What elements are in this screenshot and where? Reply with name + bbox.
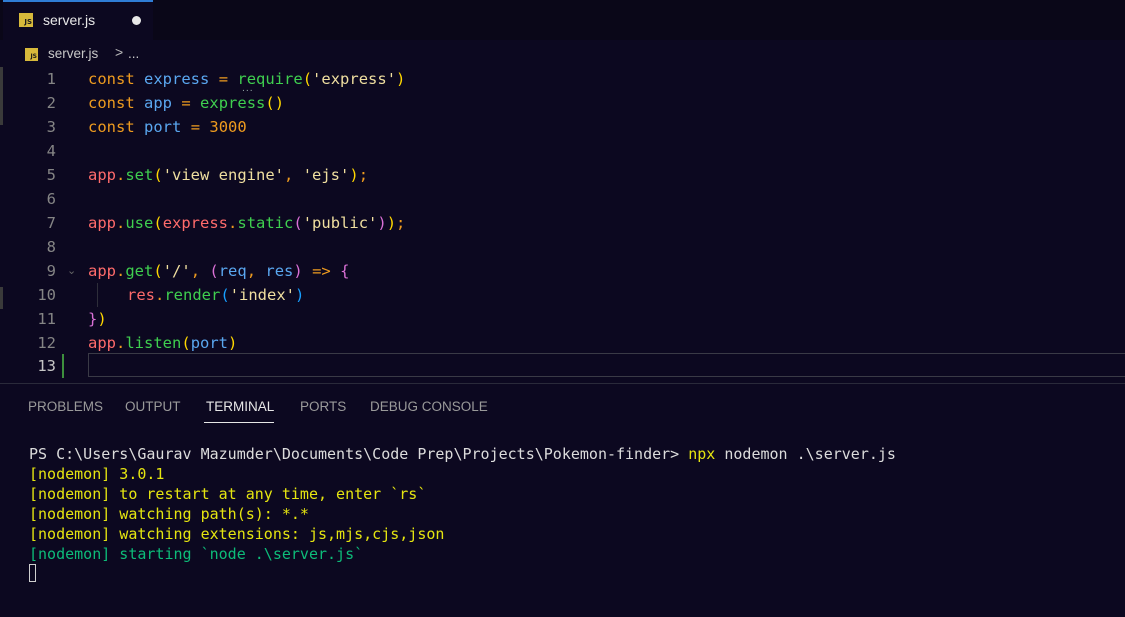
tab-bar: JS server.js	[0, 0, 1125, 40]
bottom-panel: PROBLEMS OUTPUT TERMINAL PORTS DEBUG CON…	[0, 383, 1125, 617]
current-line-highlight	[88, 353, 1125, 377]
terminal-output-line: [nodemon] watching extensions: js,mjs,cj…	[29, 525, 445, 543]
line-number: 1	[46, 70, 56, 88]
breadcrumb-separator-icon: >	[115, 44, 124, 60]
indent-guide	[97, 283, 98, 307]
active-tab-indicator	[204, 422, 274, 423]
code-line-1: 1 const express = require('express') ...	[0, 67, 1125, 94]
tab-ports[interactable]: PORTS	[300, 399, 346, 414]
code-editor[interactable]: 1 const express = require('express') ...…	[0, 67, 1125, 383]
unsaved-dot-icon[interactable]	[132, 16, 141, 25]
chevron-down-icon[interactable]: ⌄	[67, 259, 76, 283]
tab-label: server.js	[43, 12, 96, 28]
terminal-output-line: [nodemon] to restart at any time, enter …	[29, 485, 427, 503]
tab-terminal[interactable]: TERMINAL	[206, 399, 274, 414]
breadcrumb-symbols[interactable]: ...	[128, 46, 139, 61]
breadcrumb: JS server.js > ...	[0, 43, 1125, 67]
line-number: 3	[46, 118, 56, 136]
code-line-5: 5 app.set('view engine', 'ejs');	[0, 163, 1125, 187]
line-number: 4	[46, 142, 56, 160]
git-added-indicator	[62, 354, 64, 378]
terminal-output-line: [nodemon] watching path(s): *.*	[29, 505, 309, 523]
code-line-2: 2 const app = express()	[0, 91, 1125, 115]
tab-server-js[interactable]: JS server.js	[3, 0, 153, 40]
code-line-12: 12 app.listen(port)	[0, 331, 1125, 355]
code-line-10: 10 res.render('index')	[0, 283, 1125, 307]
js-file-icon: JS	[25, 48, 38, 61]
code-line-4: 4	[0, 139, 1125, 163]
line-number: 11	[37, 310, 56, 328]
line-number: 9	[46, 262, 56, 280]
code-line-7: 7 app.use(express.static('public'));	[0, 211, 1125, 235]
breadcrumb-file[interactable]: server.js	[48, 46, 98, 61]
tab-output[interactable]: OUTPUT	[125, 399, 181, 414]
code-line-8: 8	[0, 235, 1125, 259]
code-line-3: 3 const port = 3000	[0, 115, 1125, 139]
line-number: 7	[46, 214, 56, 232]
code-line-13[interactable]: 13	[0, 353, 1125, 378]
line-number: 5	[46, 166, 56, 184]
terminal-cursor	[29, 564, 36, 582]
line-number: 10	[37, 286, 56, 304]
code-line-6: 6	[0, 187, 1125, 211]
terminal-output-line: [nodemon] 3.0.1	[29, 465, 165, 483]
line-number: 12	[37, 334, 56, 352]
line-number: 8	[46, 238, 56, 256]
line-number: 2	[46, 94, 56, 112]
terminal-output-line: [nodemon] starting `node .\server.js`	[29, 545, 364, 563]
terminal-command-line: PS C:\Users\Gaurav Mazumder\Documents\Co…	[29, 445, 896, 463]
tab-debug-console[interactable]: DEBUG CONSOLE	[370, 399, 488, 414]
js-file-icon: JS	[19, 13, 33, 27]
code-line-11: 11 })	[0, 307, 1125, 331]
tab-problems[interactable]: PROBLEMS	[28, 399, 103, 414]
line-number: 13	[37, 357, 56, 375]
line-number: 6	[46, 190, 56, 208]
code-line-9: 9 ⌄ app.get('/', (req, res) => {	[0, 259, 1125, 283]
